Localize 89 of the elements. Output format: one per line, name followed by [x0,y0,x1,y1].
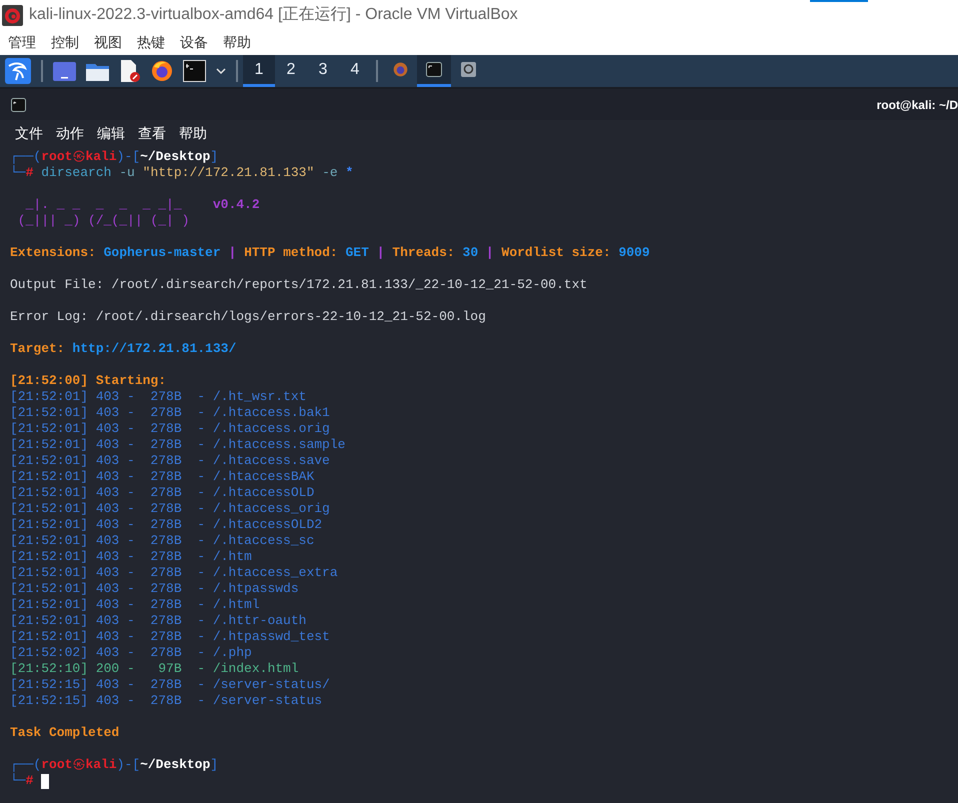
output-value: 9009 [618,245,650,261]
prompt-frame: ┌──( [10,757,42,773]
menu-item[interactable]: 控制 [51,32,79,53]
result-line: [21:52:15] 403 - 278B - /server-status [10,693,322,709]
output-value: GET [345,245,369,261]
output-label: Wordlist size: [502,245,612,261]
drive-icon[interactable] [460,62,476,77]
result-line: [21:52:01] 403 - 278B - /.htaccess.bak1 [10,405,330,421]
window-title: kali-linux-2022.3-virtualbox-amd64 [正在运行] - Oracle VM VirtualBox [29,5,518,25]
terminal-icon [11,98,26,112]
menu-item[interactable]: 动作 [56,122,84,144]
output-label: Task Completed [10,725,120,741]
ascii-logo: (_||| _) (/_(_|| (_| ) [16,213,190,229]
menu-item[interactable]: 查看 [138,122,166,144]
result-line: [21:52:01] 403 - 278B - /.htpasswds [10,581,299,597]
prompt-separator: ㉿ [72,149,86,165]
output-label: HTTP method: [244,245,339,261]
prompt-user: kali [85,757,117,773]
prompt-path: ~/Desktop [140,757,210,773]
document-icon[interactable] [119,60,141,82]
prompt-sign: # [26,773,34,789]
result-line: [21:52:01] 403 - 278B - /.htaccess_sc [10,533,314,549]
workspace-button[interactable]: 2 [275,55,307,87]
menu-item[interactable]: 文件 [15,122,43,144]
prompt-user: root [41,757,72,773]
output-label: Extensions: [10,245,97,261]
prompt-separator: ㉿ [72,757,86,773]
output-value: Gopherus-master [104,245,221,261]
menu-item[interactable]: 帮助 [223,32,251,53]
version-text: v0.4.2 [212,197,260,213]
prompt-frame: └─ [10,165,26,181]
prompt-user: kali [85,149,117,165]
result-line: [21:52:01] 403 - 278B - /.htaccess_extra [10,565,338,581]
result-line: [21:52:01] 403 - 278B - /.htm [10,549,252,565]
desktop-icon[interactable] [53,62,76,80]
result-line: [21:52:01] 403 - 278B - /.httr-oauth [10,613,306,629]
workspace-button[interactable]: 4 [339,55,371,87]
browser-icon[interactable] [151,60,173,82]
menu-item[interactable]: 编辑 [97,122,125,144]
result-line: [21:52:02] 403 - 278B - /.php [10,645,252,661]
menu-item[interactable]: 帮助 [179,122,207,144]
prompt-frame: ] [210,149,218,165]
workspace-button[interactable]: 3 [307,55,339,87]
result-line: [21:52:10] 200 - 97B - /index.html [10,661,299,677]
menu-item[interactable]: 管理 [8,32,36,53]
folder-icon[interactable] [86,62,109,80]
command-wildcard: * [344,165,354,181]
result-line: [21:52:01] 403 - 278B - /.htaccessOLD [10,485,314,501]
menu-item[interactable]: 热键 [137,32,165,53]
prompt-frame: ┌──( [10,149,42,165]
prompt-frame: )-[ [116,149,140,165]
output-label: Threads: [392,245,456,261]
result-line: [21:52:15] 403 - 278B - /server-status/ [10,677,330,693]
result-line: [21:52:01] 403 - 278B - /.ht_wsr.txt [10,389,306,405]
prompt-user: root [41,149,72,165]
output-text: Output File: /root/.dirsearch/reports/172.21.81.133/_22-10-12_21-52-00.txt [10,277,588,293]
result-line: [21:52:01] 403 - 278B - /.htaccessOLD2 [10,517,322,533]
output-separator: | [376,245,386,261]
menu-item[interactable]: 视图 [94,32,122,53]
result-line: [21:52:01] 403 - 278B - /.htaccess.save [10,453,330,469]
prompt-sign: # [26,165,34,181]
result-line: [21:52:01] 403 - 278B - /.html [10,597,260,613]
ascii-logo: _|. _ _ _ _ _ _|_ [24,197,183,213]
output-separator: | [484,245,495,261]
prompt-frame: )-[ [116,757,140,773]
prompt-frame: ] [210,757,218,773]
command-argument: "http://172.21.81.133" [142,165,314,181]
result-line: [21:52:01] 403 - 278B - /.htaccess.orig [10,421,330,437]
app-logo-icon [2,4,23,26]
command-option: -u [111,165,135,181]
result-line: [21:52:01] 403 - 278B - /.htaccessBAK [10,469,314,485]
output-value: http://172.21.81.133/ [72,341,236,357]
output-text: Error Log: /root/.dirsearch/logs/errors-22-10-12_21-52-00.log [10,309,486,325]
result-line: [21:52:01] 403 - 278B - /.htaccess_orig [10,501,330,517]
prompt-path: ~/Desktop [140,149,210,165]
terminal-title: root@kali: ~/D [876,96,958,114]
prompt-frame: └─ [10,773,26,789]
output-label: [21:52:00] Starting: [10,373,166,389]
workspace-button[interactable]: 1 [243,55,275,87]
caret-icon[interactable] [216,68,226,74]
command-option: -e [314,165,338,181]
result-line: [21:52:01] 403 - 278B - /.htaccess.sample [10,437,346,453]
output-label: Target: [10,341,66,357]
command-name: dirsearch [40,165,112,181]
output-separator: | [227,245,238,261]
menu-item[interactable]: 设备 [180,32,208,53]
terminal-icon[interactable] [426,62,442,77]
result-line: [21:52:01] 403 - 278B - /.htpasswd_test [10,629,330,645]
output-value: 30 [462,245,478,261]
